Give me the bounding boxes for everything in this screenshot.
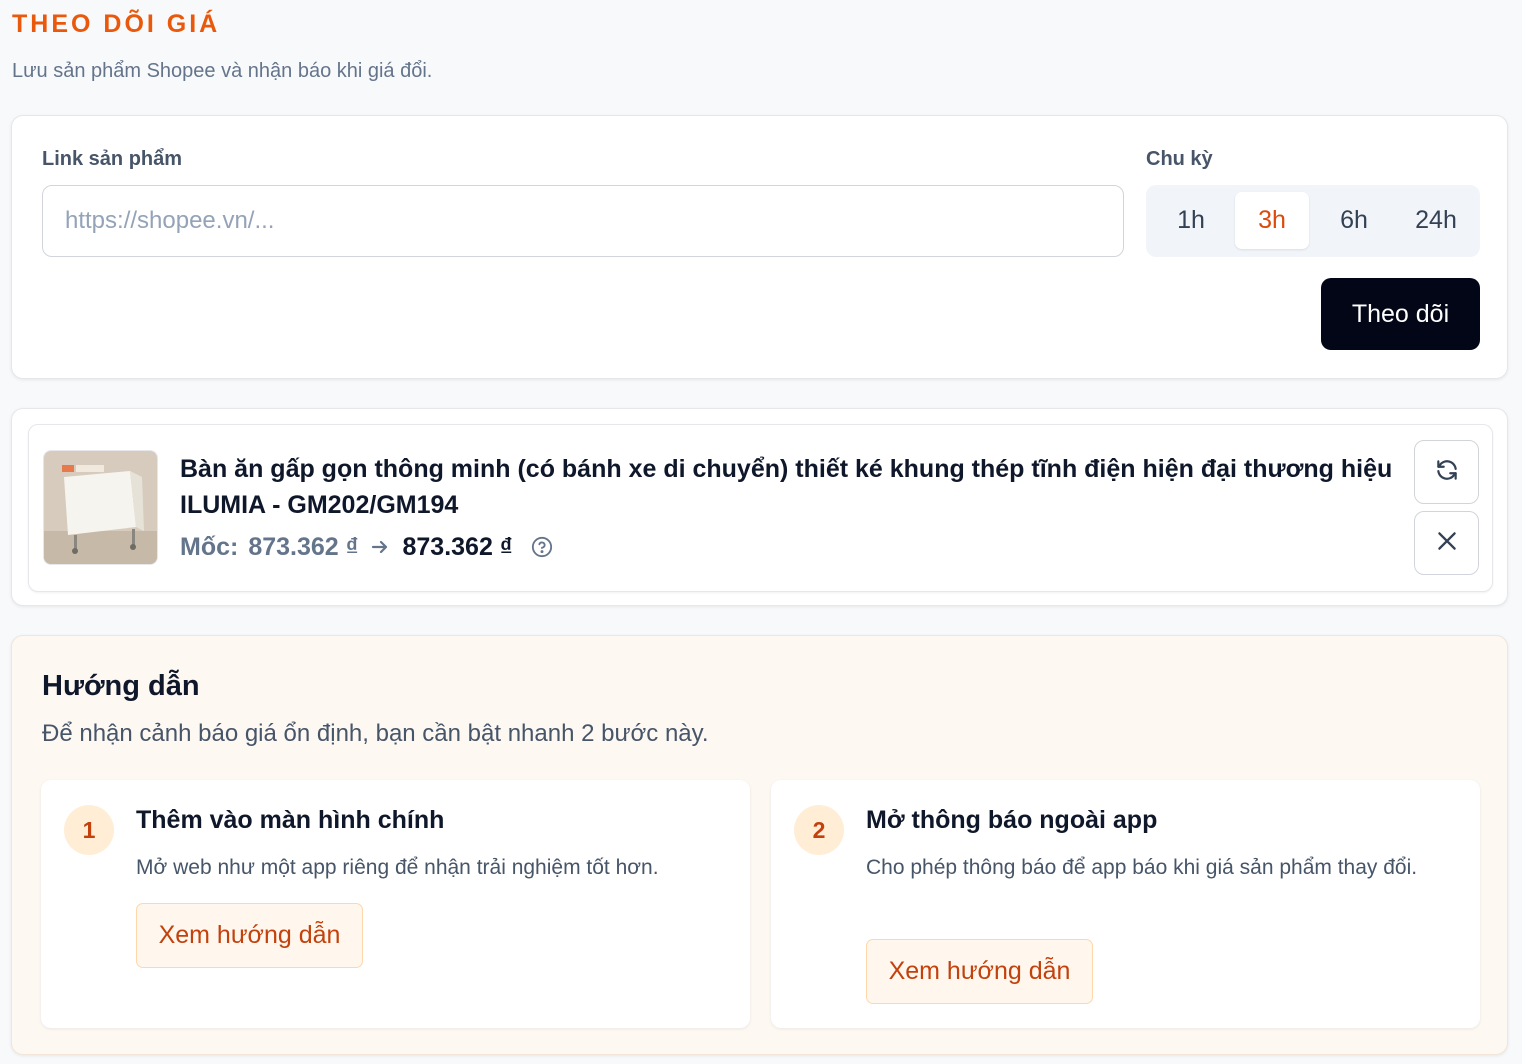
- step-number-badge: 1: [64, 805, 114, 855]
- step-number-badge: 2: [794, 805, 844, 855]
- step-card-notifications: 2 Mở thông báo ngoài app Cho phép thông …: [771, 780, 1480, 1028]
- step-description: Cho phép thông báo để app báo khi giá sả…: [866, 856, 1418, 879]
- guide-title: Hướng dẫn: [42, 670, 200, 702]
- price-label: Mốc:: [180, 532, 239, 561]
- refresh-icon: [1434, 457, 1460, 488]
- link-label: Link sản phẩm: [42, 148, 183, 170]
- period-option-1h[interactable]: 1h: [1154, 192, 1228, 249]
- current-price: 873.362 ₫: [402, 532, 513, 561]
- period-option-6h[interactable]: 6h: [1317, 192, 1391, 249]
- price-tracker-page: THEO DÕI GIÁ Lưu sản phẩm Shopee và nhận…: [0, 0, 1522, 1064]
- product-name: Bàn ăn gấp gọn thông minh (có bánh xe di…: [180, 455, 1393, 519]
- product-link-input[interactable]: [42, 185, 1124, 257]
- arrow-right-icon: [370, 537, 390, 557]
- product-thumbnail: [43, 450, 158, 565]
- period-selector: 1h 3h 6h 24h: [1146, 185, 1480, 257]
- help-circle-icon[interactable]: [531, 536, 553, 558]
- view-guide-button[interactable]: Xem hướng dẫn: [136, 903, 363, 968]
- view-guide-button[interactable]: Xem hướng dẫn: [866, 939, 1093, 1004]
- base-price: 873.362 ₫: [248, 532, 359, 561]
- period-option-3h[interactable]: 3h: [1235, 192, 1309, 249]
- step-title: Mở thông báo ngoài app: [866, 806, 1158, 834]
- remove-button[interactable]: [1414, 511, 1479, 575]
- refresh-button[interactable]: [1414, 440, 1479, 504]
- tracked-products-card: Bàn ăn gấp gọn thông minh (có bánh xe di…: [11, 408, 1508, 606]
- track-form-card: Link sản phẩm Chu kỳ 1h 3h 6h 24h Theo d…: [11, 115, 1508, 379]
- page-title: THEO DÕI GIÁ: [12, 10, 221, 38]
- step-description: Mở web như một app riêng để nhận trải ng…: [136, 856, 659, 879]
- period-option-24h[interactable]: 24h: [1399, 192, 1473, 249]
- step-title: Thêm vào màn hình chính: [136, 806, 445, 834]
- step-card-add-to-home: 1 Thêm vào màn hình chính Mở web như một…: [41, 780, 750, 1028]
- product-item: Bàn ăn gấp gọn thông minh (có bánh xe di…: [28, 424, 1493, 592]
- guide-card: Hướng dẫn Để nhận cảnh báo giá ổn định, …: [11, 635, 1508, 1055]
- price-row: Mốc: 873.362 ₫ 873.362 ₫: [180, 529, 553, 565]
- guide-subtitle: Để nhận cảnh báo giá ổn định, bạn cần bậ…: [42, 720, 709, 747]
- page-subtitle: Lưu sản phẩm Shopee và nhận báo khi giá …: [12, 60, 433, 82]
- period-label: Chu kỳ: [1146, 148, 1213, 170]
- track-button[interactable]: Theo dõi: [1321, 278, 1480, 350]
- close-icon: [1434, 528, 1460, 559]
